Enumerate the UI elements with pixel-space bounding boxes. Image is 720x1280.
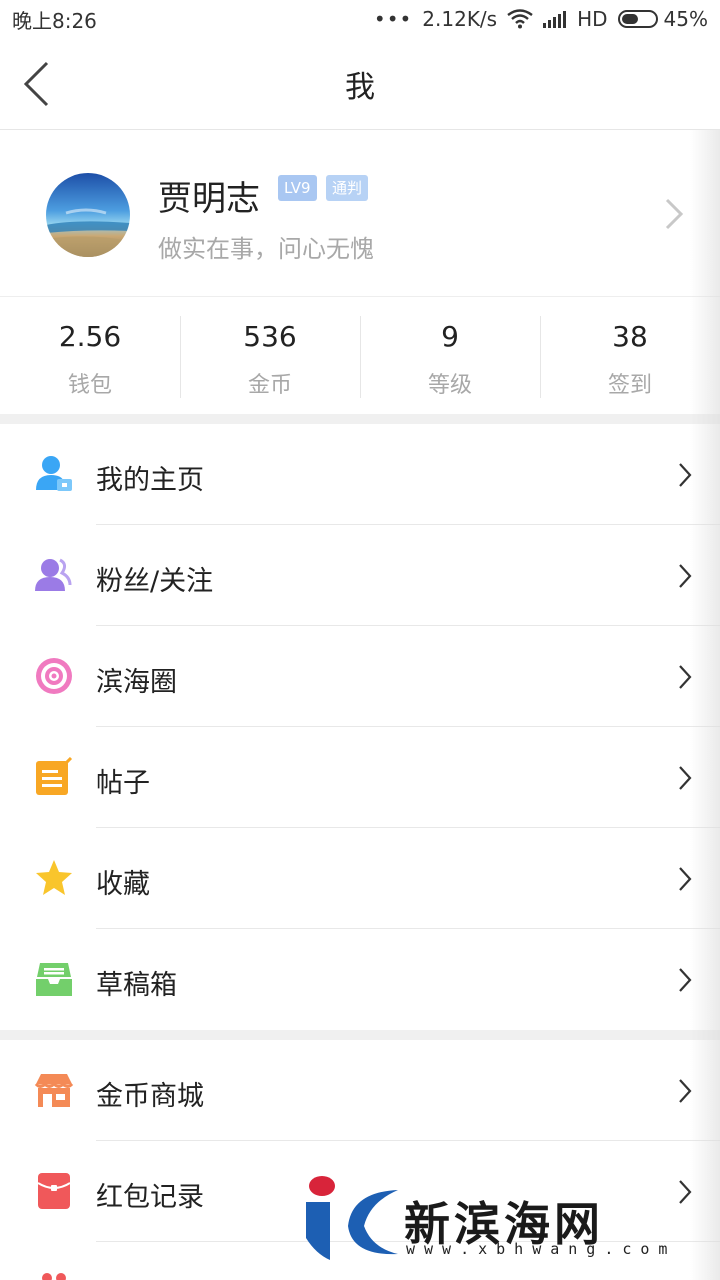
menu-item-label: 金币商城 — [96, 1081, 204, 1112]
menu-item-drafts[interactable]: 草稿箱 — [0, 929, 720, 1030]
page-title: 我 — [345, 69, 375, 105]
stat-label: 等级 — [427, 373, 472, 398]
menu-item-label: 帖子 — [96, 768, 150, 799]
chevron-left-icon — [23, 61, 49, 107]
stats-row: 2.56 钱包 536 金币 9 等级 38 签到 — [0, 298, 720, 414]
status-time: 晚上8:26 — [12, 8, 97, 33]
profile-card[interactable]: 贾明志 LV9 通判 做实在事，问心无愧 — [0, 131, 720, 297]
chevron-right-icon — [679, 463, 692, 487]
stat-label: 金币 — [247, 373, 292, 398]
menu-item-circle[interactable]: 滨海圈 — [0, 626, 720, 727]
avatar[interactable] — [46, 173, 130, 257]
battery-icon — [617, 10, 658, 28]
net-speed: 2.12K/s — [422, 7, 498, 31]
chevron-right-icon — [679, 968, 692, 992]
chevron-right-icon — [679, 665, 692, 689]
draft-box-icon — [36, 963, 72, 996]
user-home-icon — [36, 456, 72, 491]
circle-icon — [36, 658, 72, 694]
wifi-icon — [507, 9, 533, 29]
stat-value: 9 — [441, 320, 459, 353]
stat-label: 钱包 — [67, 373, 112, 398]
user-name: 贾明志 — [158, 179, 260, 219]
status-more-icon: ••• — [373, 7, 413, 31]
stat-label: 签到 — [607, 373, 652, 398]
gift-icon — [42, 1273, 66, 1280]
stat-wallet[interactable]: 2.56 钱包 — [0, 298, 180, 414]
menu-item-fans-follow[interactable]: 粉丝/关注 — [0, 525, 720, 626]
menu-item-label: 红包记录 — [96, 1182, 204, 1213]
stat-value: 2.56 — [58, 320, 122, 353]
chevron-right-icon — [679, 1079, 692, 1103]
stat-checkin[interactable]: 38 签到 — [540, 298, 720, 414]
stat-level[interactable]: 9 等级 — [360, 298, 540, 414]
section-gap — [0, 414, 720, 424]
chevron-right-icon — [665, 198, 684, 230]
menu-item-homepage[interactable]: 我的主页 — [0, 424, 720, 525]
status-bar: 晚上8:26 ••• 2.12K/s HD 45% — [0, 0, 720, 38]
section-gap — [0, 1030, 720, 1040]
watermark-logo: 新滨海网 www.xbhwang.com — [300, 1168, 710, 1268]
level-badge: LV9 — [278, 175, 317, 201]
menu-item-label: 滨海圈 — [96, 667, 177, 698]
back-button[interactable] — [18, 58, 54, 110]
menu-item-label: 我的主页 — [96, 465, 204, 496]
stat-value: 38 — [612, 320, 648, 353]
status-indicators: ••• 2.12K/s HD 45% — [374, 7, 708, 31]
signal-icon — [543, 10, 567, 28]
watermark-url: www.xbhwang.com — [406, 1240, 677, 1258]
red-packet-icon — [37, 1173, 71, 1209]
menu-item-label: 粉丝/关注 — [96, 566, 214, 597]
menu-item-posts[interactable]: 帖子 — [0, 727, 720, 828]
post-icon — [36, 757, 73, 795]
menu-item-label: 收藏 — [96, 869, 150, 900]
battery-fill — [621, 14, 638, 24]
menu-group-1: 我的主页 粉丝/关注 滨海圈 帖子 收藏 草稿箱 — [0, 424, 720, 1030]
menu-item-favorites[interactable]: 收藏 — [0, 828, 720, 929]
star-icon — [36, 860, 72, 895]
chevron-right-icon — [679, 867, 692, 891]
battery: 45% — [617, 7, 708, 31]
menu-item-coin-mall[interactable]: 金币商城 — [0, 1040, 720, 1141]
shop-icon — [34, 1074, 74, 1107]
stat-coins[interactable]: 536 金币 — [180, 298, 360, 414]
network-type: HD — [577, 7, 608, 31]
menu-item-label: 草稿箱 — [96, 970, 177, 1001]
fans-icon — [35, 558, 72, 591]
chevron-right-icon — [679, 564, 692, 588]
logo-mark-icon — [306, 1176, 398, 1260]
stat-value: 536 — [243, 320, 297, 353]
battery-percent: 45% — [663, 7, 708, 31]
chevron-right-icon — [679, 766, 692, 790]
user-motto: 做实在事，问心无愧 — [158, 235, 374, 263]
top-navbar: 我 — [0, 38, 720, 130]
rank-badge: 通判 — [326, 175, 369, 201]
